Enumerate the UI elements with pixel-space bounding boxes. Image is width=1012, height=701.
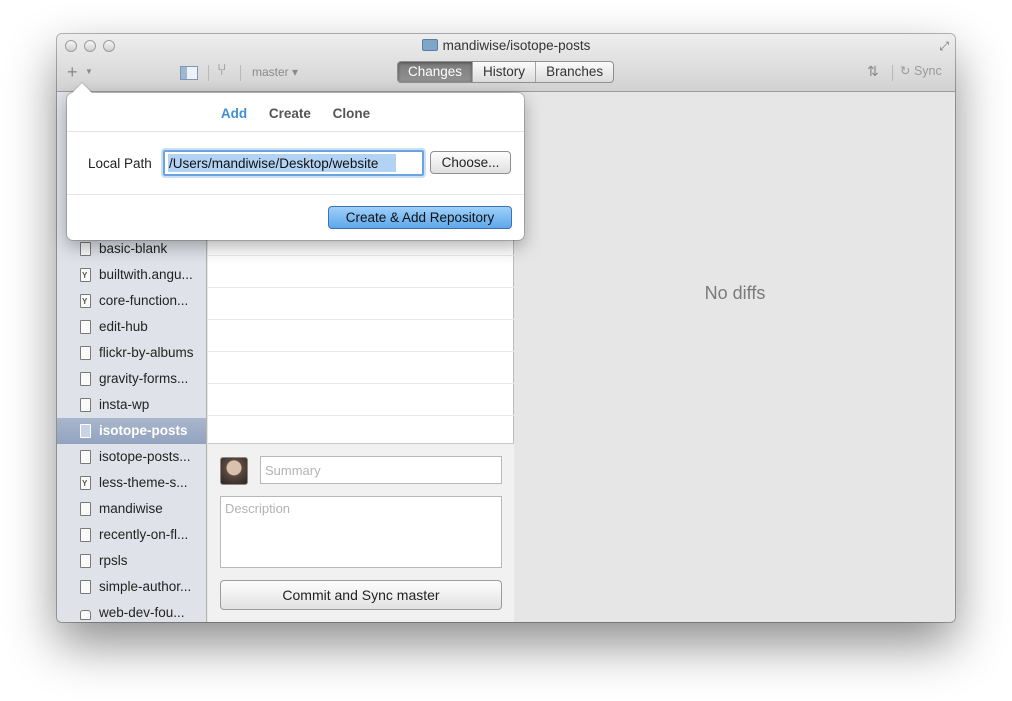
popover-tabs: Add Create Clone <box>67 93 524 132</box>
fullscreen-icon[interactable]: ⤢ <box>939 39 949 54</box>
list-divider <box>208 319 514 320</box>
repo-name: less-theme-s... <box>99 475 188 490</box>
sync-button[interactable]: ↻ Sync <box>900 63 942 78</box>
branch-name: master <box>252 65 289 79</box>
repo-name: basic-blank <box>99 241 168 256</box>
repo-icon <box>80 398 91 412</box>
tab-create[interactable]: Create <box>269 106 311 121</box>
branch-selector[interactable]: master ▾ <box>252 65 298 79</box>
tab-add[interactable]: Add <box>221 106 247 121</box>
repo-item[interactable]: gravity-forms... <box>57 366 206 392</box>
local-path-input[interactable] <box>163 150 424 176</box>
tab-changes[interactable]: Changes <box>398 62 473 82</box>
avatar <box>220 457 248 485</box>
repo-item[interactable]: flickr-by-albums <box>57 340 206 366</box>
add-repository-popover: Add Create Clone Local Path Choose... Cr… <box>67 83 524 240</box>
repo-icon <box>80 424 91 438</box>
repo-name: recently-on-fl... <box>99 527 189 542</box>
repo-icon <box>80 320 91 334</box>
list-divider <box>208 351 514 352</box>
tab-history[interactable]: History <box>472 62 535 82</box>
repo-name: builtwith.angu... <box>99 267 193 282</box>
plus-icon[interactable]: + <box>67 63 78 81</box>
fork-icon <box>80 471 91 496</box>
fork-icon <box>80 263 91 288</box>
repo-name: rpsls <box>99 553 128 568</box>
repo-name: web-dev-fou... <box>99 605 185 620</box>
popover-divider <box>67 194 524 195</box>
branch-icon[interactable]: ⑂ <box>217 62 227 80</box>
repo-item[interactable]: mandiwise <box>57 496 206 522</box>
repo-item[interactable]: recently-on-fl... <box>57 522 206 548</box>
choose-button[interactable]: Choose... <box>430 151 511 174</box>
fork-icon <box>80 289 91 314</box>
repo-item[interactable]: rpsls <box>57 548 206 574</box>
repo-icon <box>80 242 91 256</box>
repo-name: gravity-forms... <box>99 371 189 386</box>
diff-pane: No diffs <box>515 93 955 622</box>
repo-icon <box>80 580 91 594</box>
window-title: mandiwise/isotope-posts <box>57 38 955 53</box>
repo-icon <box>80 450 91 464</box>
pull-request-icon[interactable]: ⇅ <box>867 63 879 80</box>
repo-item[interactable]: insta-wp <box>57 392 206 418</box>
list-divider <box>208 287 514 288</box>
repo-item[interactable]: core-function... <box>57 288 206 314</box>
repo-name: mandiwise <box>99 501 163 516</box>
create-add-repository-button[interactable]: Create & Add Repository <box>328 206 512 229</box>
window-title-text: mandiwise/isotope-posts <box>442 38 591 53</box>
sync-label: Sync <box>913 64 942 78</box>
repo-item[interactable]: isotope-posts... <box>57 444 206 470</box>
repo-item-selected[interactable]: isotope-posts <box>57 418 206 444</box>
chevron-down-icon[interactable]: ▼ <box>85 67 93 76</box>
local-path-label: Local Path <box>88 156 152 171</box>
title-bar: mandiwise/isotope-posts ⤢ + ▼ ⑂ master ▾… <box>57 34 955 92</box>
summary-input[interactable] <box>260 456 502 484</box>
repo-item[interactable]: simple-author... <box>57 574 206 600</box>
toolbar-divider <box>892 65 893 81</box>
list-divider <box>208 383 514 384</box>
repo-item[interactable]: edit-hub <box>57 314 206 340</box>
repo-icon <box>80 372 91 386</box>
no-diffs-text: No diffs <box>704 283 766 303</box>
repo-name: isotope-posts... <box>99 449 191 464</box>
folder-icon <box>421 39 438 51</box>
toolbar-divider <box>240 65 241 81</box>
list-divider <box>208 255 514 256</box>
repo-name: flickr-by-albums <box>99 345 194 360</box>
commit-sync-button[interactable]: Commit and Sync master <box>220 580 502 610</box>
repo-item[interactable]: less-theme-s... <box>57 470 206 496</box>
commit-panel: Commit and Sync master <box>208 443 514 622</box>
repo-icon <box>80 346 91 360</box>
repo-icon <box>80 554 91 568</box>
repo-name: simple-author... <box>99 579 192 594</box>
repo-name: isotope-posts <box>99 423 188 438</box>
view-tabs: Changes History Branches <box>397 61 615 83</box>
tab-branches[interactable]: Branches <box>535 62 613 82</box>
toolbar-divider <box>208 65 209 81</box>
repo-icon <box>80 528 91 542</box>
repo-name: insta-wp <box>99 397 150 412</box>
repo-item[interactable]: web-dev-fou... <box>57 600 206 622</box>
lock-icon <box>80 610 91 620</box>
toggle-sidebar-icon[interactable] <box>180 66 198 80</box>
tab-clone[interactable]: Clone <box>333 106 371 121</box>
repo-item[interactable]: builtwith.angu... <box>57 262 206 288</box>
repo-name: edit-hub <box>99 319 148 334</box>
list-divider <box>208 415 514 416</box>
repo-name: core-function... <box>99 293 189 308</box>
sync-icon: ↻ <box>900 64 911 78</box>
repo-icon <box>80 502 91 516</box>
description-input[interactable] <box>220 496 502 568</box>
